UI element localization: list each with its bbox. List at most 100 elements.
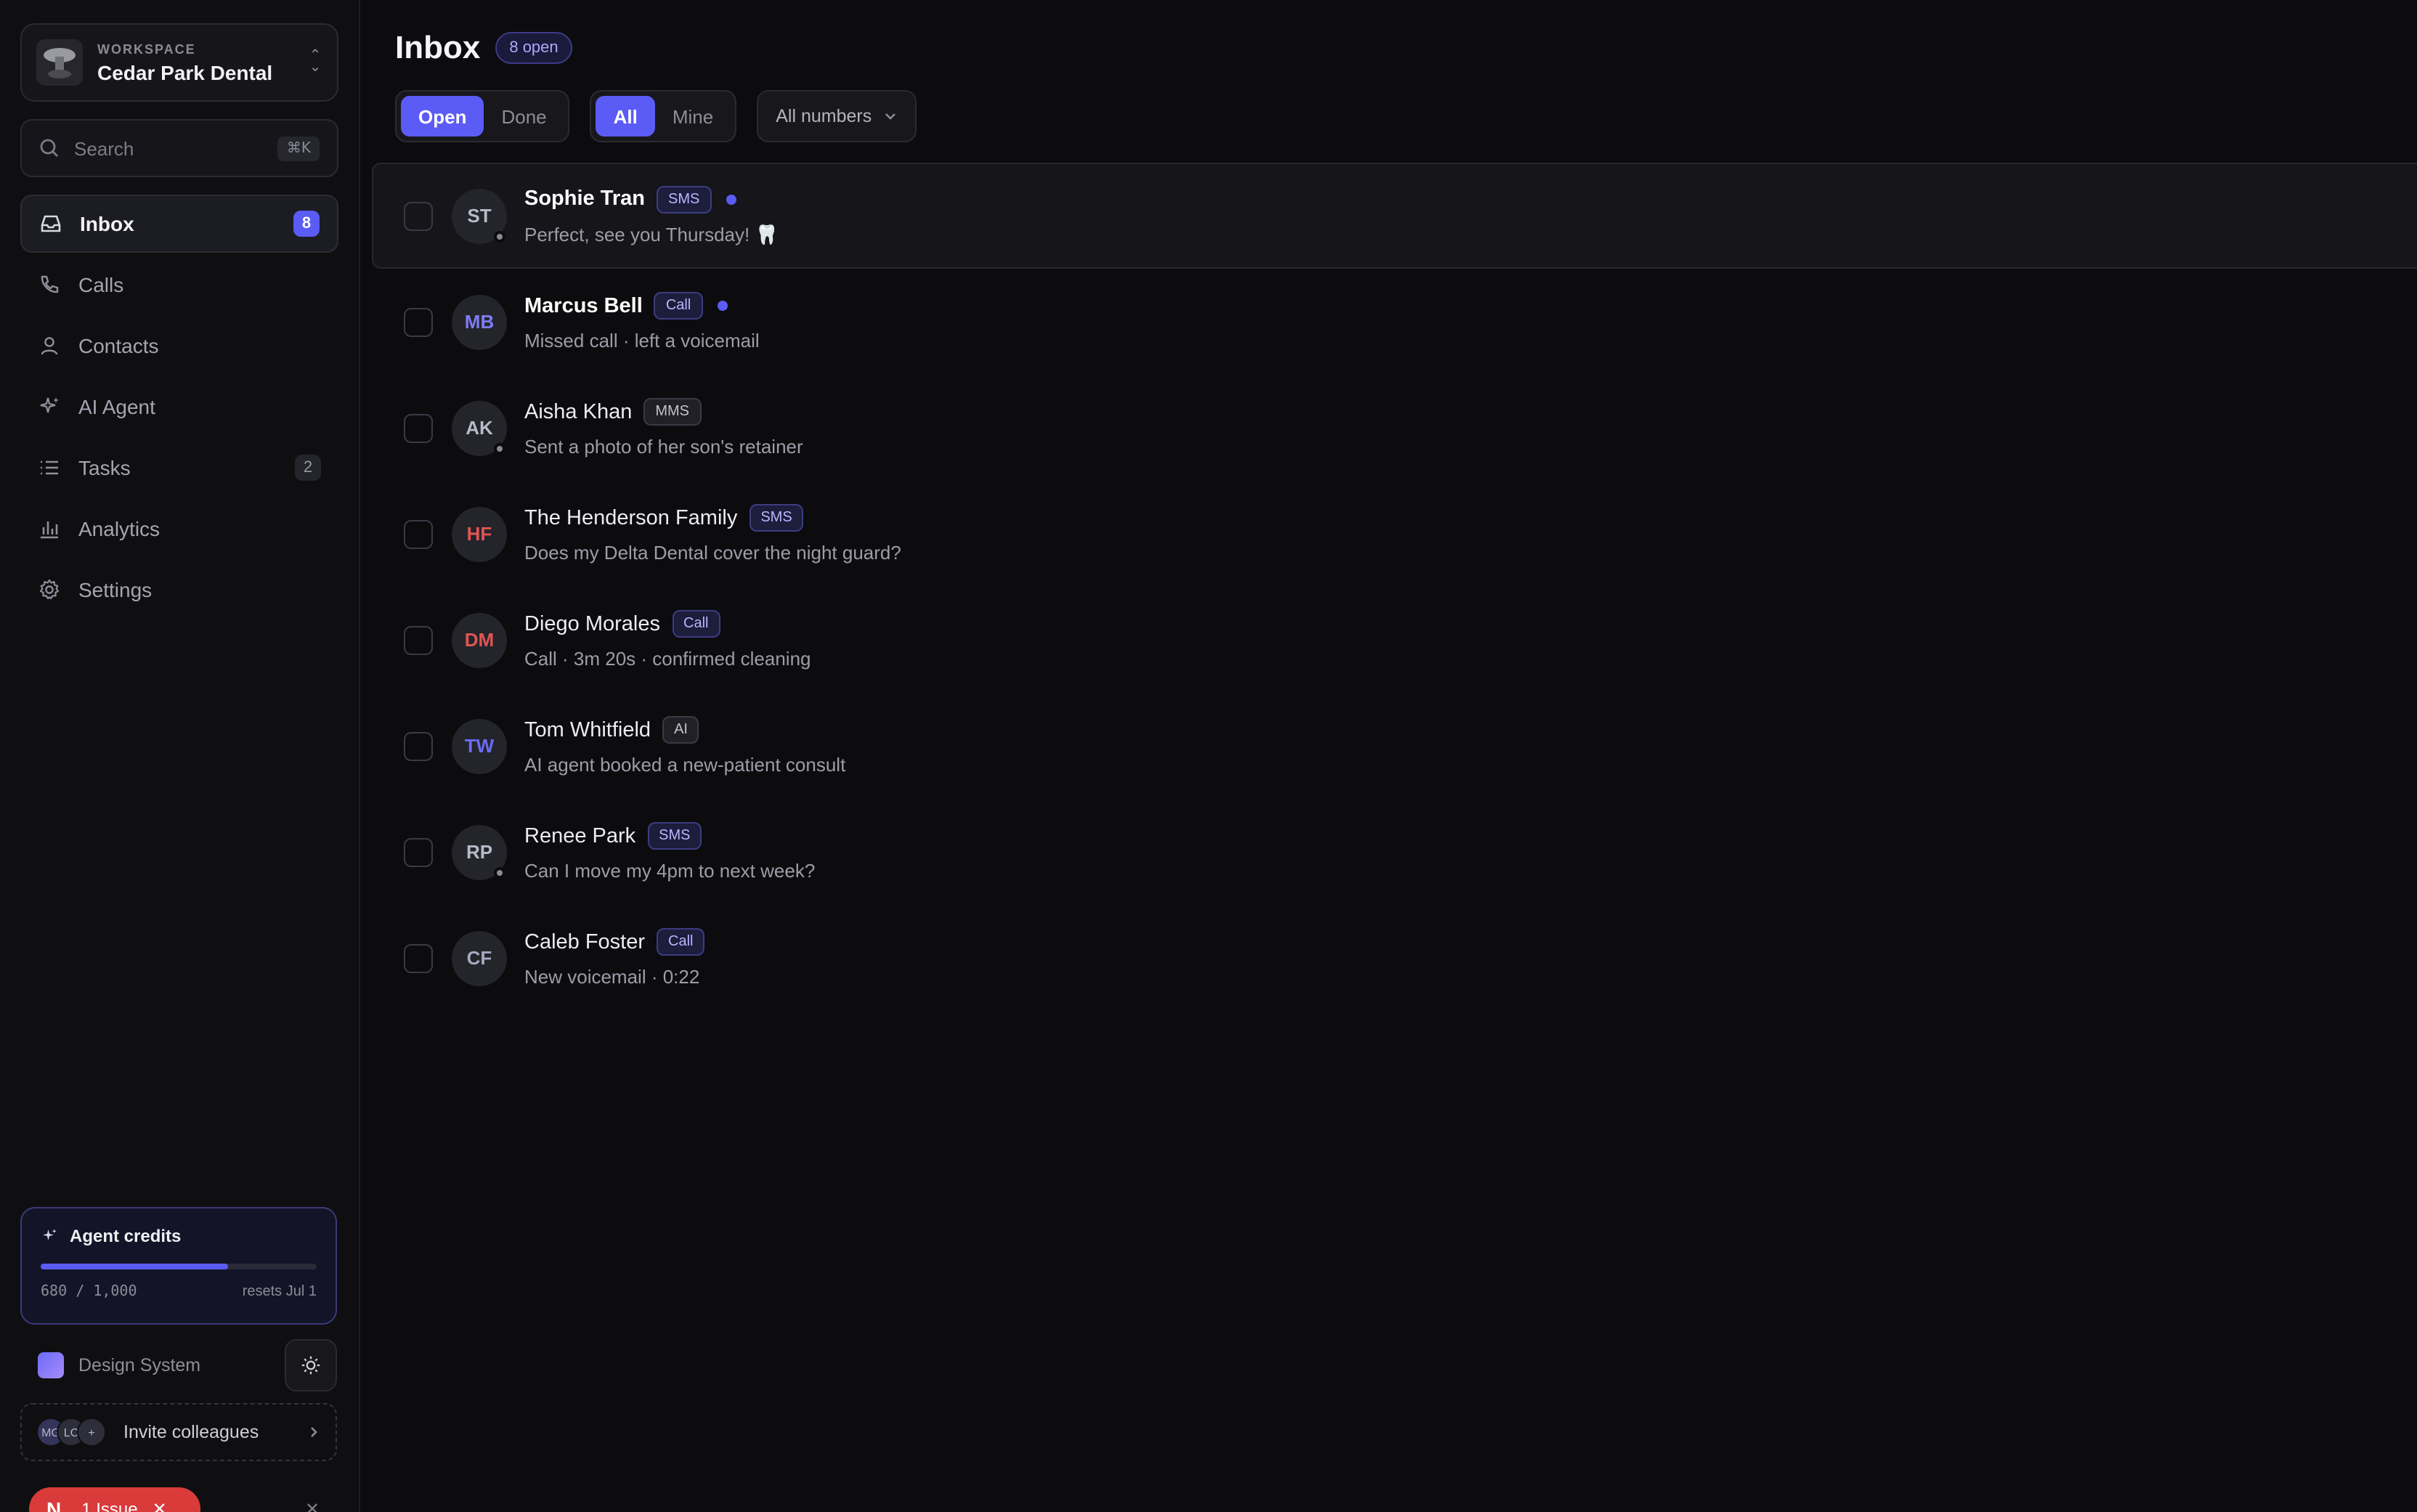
- conversation-list: ST Sophie Tran SMS Perfect, see you Thur…: [372, 163, 2417, 1011]
- presence-indicator: [494, 442, 505, 454]
- message-preview: Call · 3m 20s · confirmed cleaning: [524, 648, 811, 670]
- filter-open-button[interactable]: Open: [401, 96, 484, 137]
- conversation-row[interactable]: DM Diego Morales Call Call · 3m 20s · co…: [383, 587, 2417, 693]
- channel-badge: SMS: [657, 185, 712, 213]
- close-icon[interactable]: ✕: [305, 1499, 320, 1512]
- credits-usage: 680 / 1,000: [41, 1284, 137, 1300]
- design-system-swatch: [38, 1352, 64, 1378]
- conversation-row[interactable]: CF Caleb Foster Call New voicemail · 0:2…: [383, 905, 2417, 1011]
- conversation-body: Sophie Tran SMS Perfect, see you Thursda…: [524, 185, 779, 246]
- sparkle-icon: [38, 395, 61, 418]
- avatar: RP: [452, 824, 507, 879]
- workspace-logo: [36, 39, 83, 86]
- sidebar-item-label: Calls: [78, 273, 124, 296]
- contact-name: Tom Whitfield: [524, 718, 651, 741]
- avatar: MB: [452, 294, 507, 349]
- sidebar-item-calls[interactable]: Calls: [20, 256, 338, 314]
- row-checkbox[interactable]: [404, 625, 433, 654]
- invite-avatars: MG LC +: [36, 1418, 106, 1447]
- filter-mine-button[interactable]: Mine: [655, 96, 731, 137]
- sidebar-item-tasks[interactable]: Tasks 2: [20, 439, 338, 497]
- contact-name: Marcus Bell: [524, 294, 643, 317]
- numbers-dropdown-label: All numbers: [776, 106, 872, 126]
- sidebar-item-contacts[interactable]: Contacts: [20, 317, 338, 375]
- message-preview: Missed call · left a voicemail: [524, 330, 760, 351]
- invite-label: Invite colleagues: [123, 1422, 259, 1442]
- presence-indicator: [494, 866, 505, 878]
- status-segmented-control: Open Done: [395, 90, 570, 142]
- filter-bar: Open Done All Mine All numbers: [395, 90, 2417, 142]
- row-checkbox[interactable]: [404, 519, 433, 548]
- avatar-initials: AK: [466, 417, 493, 439]
- contact-name: The Henderson Family: [524, 506, 738, 529]
- workspace-switcher[interactable]: WORKSPACE Cedar Park Dental ⌃ ⌄: [20, 23, 338, 102]
- sidebar-item-label: Analytics: [78, 517, 161, 540]
- message-preview: Perfect, see you Thursday! 🦷: [524, 223, 779, 245]
- channel-badge: Call: [672, 610, 720, 638]
- avatar-initials: ST: [467, 205, 492, 227]
- conversation-body: Renee Park SMS Can I move my 4pm to next…: [524, 822, 815, 882]
- sun-icon: [301, 1356, 320, 1375]
- agent-credits-card[interactable]: Agent credits 680 / 1,000 resets Jul 1: [20, 1207, 337, 1325]
- conversation-row[interactable]: HF The Henderson Family SMS Does my Delt…: [383, 481, 2417, 587]
- conversation-body: Aisha Khan MMS Sent a photo of her son's…: [524, 398, 803, 458]
- search-input[interactable]: Search ⌘K: [20, 119, 338, 177]
- message-preview: Can I move my 4pm to next week?: [524, 860, 816, 882]
- sidebar-item-inbox[interactable]: Inbox 8: [20, 195, 338, 253]
- unread-indicator: [726, 194, 736, 204]
- sidebar-item-analytics[interactable]: Analytics: [20, 500, 338, 558]
- chevron-down-icon: [885, 113, 896, 120]
- credits-progress-bar: [41, 1264, 317, 1269]
- contact-name: Aisha Khan: [524, 400, 633, 423]
- row-checkbox[interactable]: [404, 307, 433, 336]
- channel-badge: Call: [657, 928, 705, 956]
- conversation-row[interactable]: TW Tom Whitfield AI AI agent booked a ne…: [383, 693, 2417, 799]
- unread-indicator: [717, 301, 728, 311]
- close-icon[interactable]: ✕: [153, 1499, 167, 1512]
- conversation-row[interactable]: ST Sophie Tran SMS Perfect, see you Thur…: [372, 163, 2417, 269]
- message-preview: New voicemail · 0:22: [524, 966, 700, 988]
- conversation-row[interactable]: RP Renee Park SMS Can I move my 4pm to n…: [383, 799, 2417, 905]
- contact-name: Caleb Foster: [524, 930, 646, 954]
- open-count-badge: 8 open: [495, 32, 573, 64]
- bar-chart-icon: [38, 517, 61, 540]
- main-panel: Inbox 8 open Open Done All Mine All numb…: [360, 0, 2417, 1512]
- phone-icon: [38, 273, 61, 296]
- invite-colleagues-button[interactable]: MG LC + Invite colleagues: [20, 1403, 337, 1461]
- search-placeholder: Search: [74, 137, 134, 159]
- sidebar-item-label: Settings: [78, 578, 153, 601]
- message-preview: Sent a photo of her son's retainer: [524, 436, 803, 458]
- design-system-row[interactable]: Design System: [20, 1339, 337, 1391]
- theme-toggle-button[interactable]: [285, 1339, 337, 1391]
- message-preview: AI agent booked a new-patient consult: [524, 754, 846, 776]
- row-checkbox[interactable]: [404, 837, 433, 866]
- filter-done-button[interactable]: Done: [484, 96, 564, 137]
- inbox-count-badge: 8: [293, 211, 320, 237]
- user-icon: [38, 334, 61, 357]
- filter-all-button[interactable]: All: [596, 96, 655, 137]
- row-checkbox[interactable]: [404, 201, 433, 230]
- search-shortcut: ⌘K: [277, 136, 320, 160]
- issues-badge[interactable]: N 1 Issue ✕: [29, 1487, 200, 1512]
- avatar: CF: [452, 930, 507, 985]
- conversation-body: The Henderson Family SMS Does my Delta D…: [524, 504, 901, 564]
- row-checkbox[interactable]: [404, 731, 433, 760]
- contact-name: Renee Park: [524, 824, 636, 848]
- avatar: DM: [452, 612, 507, 667]
- conversation-row[interactable]: MB Marcus Bell Call Missed call · left a…: [383, 269, 2417, 375]
- row-checkbox[interactable]: [404, 943, 433, 972]
- avatar-add: +: [77, 1418, 106, 1447]
- channel-badge: MMS: [643, 398, 702, 426]
- conversation-body: Diego Morales Call Call · 3m 20s · confi…: [524, 610, 811, 670]
- conversation-row[interactable]: AK Aisha Khan MMS Sent a photo of her so…: [383, 375, 2417, 481]
- message-preview: Does my Delta Dental cover the night gua…: [524, 542, 901, 564]
- sidebar-nav: Inbox 8 Calls Contacts AI Agent Tasks 2: [20, 195, 338, 619]
- sidebar-item-settings[interactable]: Settings: [20, 561, 338, 619]
- credits-progress-fill: [41, 1264, 229, 1269]
- row-checkbox[interactable]: [404, 413, 433, 442]
- channel-badge: Call: [654, 292, 703, 320]
- numbers-dropdown[interactable]: All numbers: [757, 90, 917, 142]
- workspace-kicker: WORKSPACE: [97, 41, 196, 56]
- avatar-initials: TW: [464, 735, 495, 757]
- sidebar-item-ai-agent[interactable]: AI Agent: [20, 378, 338, 436]
